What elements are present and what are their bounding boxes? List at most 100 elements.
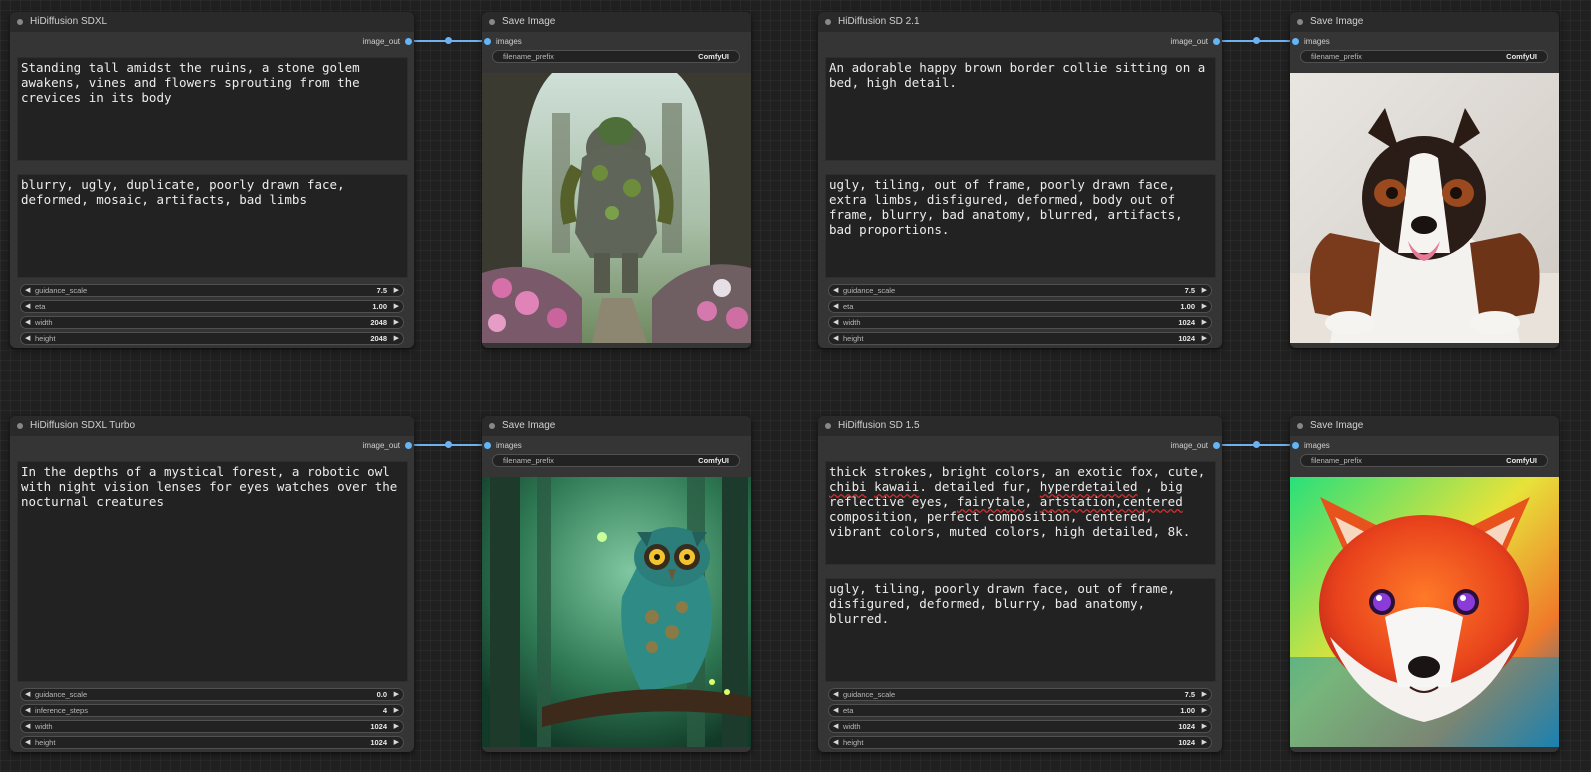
hidiffusion-sdxl-node[interactable]: HiDiffusion SDXL image_out Standing tall…: [10, 12, 414, 348]
output-slot-image-out[interactable]: image_out: [1171, 439, 1222, 453]
input-slot-images[interactable]: images: [482, 35, 522, 49]
output-slot-image-out[interactable]: image_out: [363, 439, 414, 453]
node-title-bar[interactable]: HiDiffusion SDXL Turbo: [10, 416, 414, 436]
collapse-dot-icon[interactable]: [489, 423, 495, 429]
decrement-arrow-icon[interactable]: ◀: [833, 721, 838, 732]
widget-guidance-scale[interactable]: ◀ guidance_scale 7.5 ▶: [828, 284, 1212, 297]
save-image-node[interactable]: Save Image images filename_prefix ComfyU…: [1290, 12, 1559, 348]
output-slot-dot-icon[interactable]: [1213, 442, 1220, 449]
decrement-arrow-icon[interactable]: ◀: [833, 689, 838, 700]
positive-prompt-textarea[interactable]: Standing tall amidst the ruins, a stone …: [17, 57, 408, 161]
increment-arrow-icon[interactable]: ▶: [1202, 721, 1207, 732]
widget-eta[interactable]: ◀ eta 1.00 ▶: [828, 704, 1212, 717]
negative-prompt-textarea[interactable]: ugly, tiling, poorly drawn face, out of …: [825, 578, 1216, 682]
widget-height[interactable]: ◀ height 1024 ▶: [828, 332, 1212, 345]
widget-eta[interactable]: ◀ eta 1.00 ▶: [828, 300, 1212, 313]
decrement-arrow-icon[interactable]: ◀: [833, 301, 838, 312]
wire-reroute-dot[interactable]: [1253, 37, 1260, 44]
decrement-arrow-icon[interactable]: ◀: [25, 705, 30, 716]
collapse-dot-icon[interactable]: [17, 19, 23, 25]
filename-prefix-field[interactable]: filename_prefix ComfyUI: [492, 50, 740, 63]
widget-guidance-scale[interactable]: ◀ guidance_scale 7.5 ▶: [828, 688, 1212, 701]
positive-prompt-textarea[interactable]: An adorable happy brown border collie si…: [825, 57, 1216, 161]
node-title-bar[interactable]: Save Image: [1290, 416, 1559, 436]
filename-prefix-field[interactable]: filename_prefix ComfyUI: [492, 454, 740, 467]
wire-reroute-dot[interactable]: [1253, 441, 1260, 448]
decrement-arrow-icon[interactable]: ◀: [25, 689, 30, 700]
wire-reroute-dot[interactable]: [445, 441, 452, 448]
increment-arrow-icon[interactable]: ▶: [394, 333, 399, 344]
widget-height[interactable]: ◀ height 1024 ▶: [828, 736, 1212, 749]
filename-prefix-field[interactable]: filename_prefix ComfyUI: [1300, 50, 1548, 63]
collapse-dot-icon[interactable]: [1297, 19, 1303, 25]
hidiffusion-sdxl-turbo-node[interactable]: HiDiffusion SDXL Turbo image_out In the …: [10, 416, 414, 752]
save-image-node[interactable]: Save Image images filename_prefix ComfyU…: [482, 416, 751, 752]
increment-arrow-icon[interactable]: ▶: [1202, 301, 1207, 312]
save-image-node[interactable]: Save Image images filename_prefix ComfyU…: [1290, 416, 1559, 752]
increment-arrow-icon[interactable]: ▶: [1202, 317, 1207, 328]
decrement-arrow-icon[interactable]: ◀: [833, 705, 838, 716]
output-slot-dot-icon[interactable]: [405, 38, 412, 45]
negative-prompt-textarea[interactable]: blurry, ugly, duplicate, poorly drawn fa…: [17, 174, 408, 278]
increment-arrow-icon[interactable]: ▶: [394, 317, 399, 328]
node-title-bar[interactable]: HiDiffusion SD 1.5: [818, 416, 1222, 436]
decrement-arrow-icon[interactable]: ◀: [833, 317, 838, 328]
increment-arrow-icon[interactable]: ▶: [1202, 333, 1207, 344]
hidiffusion-sd21-node[interactable]: HiDiffusion SD 2.1 image_out An adorable…: [818, 12, 1222, 348]
increment-arrow-icon[interactable]: ▶: [394, 301, 399, 312]
filename-prefix-field[interactable]: filename_prefix ComfyUI: [1300, 454, 1548, 467]
input-slot-images[interactable]: images: [482, 439, 522, 453]
output-slot-dot-icon[interactable]: [405, 442, 412, 449]
hidiffusion-sd15-node[interactable]: HiDiffusion SD 1.5 image_out thick strok…: [818, 416, 1222, 752]
increment-arrow-icon[interactable]: ▶: [1202, 737, 1207, 748]
increment-arrow-icon[interactable]: ▶: [1202, 705, 1207, 716]
widget-guidance-scale[interactable]: ◀ guidance_scale 0.0 ▶: [20, 688, 404, 701]
output-slot-image-out[interactable]: image_out: [363, 35, 414, 49]
decrement-arrow-icon[interactable]: ◀: [25, 737, 30, 748]
node-title-bar[interactable]: Save Image: [482, 12, 751, 32]
input-slot-dot-icon[interactable]: [484, 38, 491, 45]
widget-guidance-scale[interactable]: ◀ guidance_scale 7.5 ▶: [20, 284, 404, 297]
input-slot-images[interactable]: images: [1290, 439, 1330, 453]
widget-width[interactable]: ◀ width 2048 ▶: [20, 316, 404, 329]
decrement-arrow-icon[interactable]: ◀: [25, 333, 30, 344]
widget-inference-steps[interactable]: ◀ inference_steps 4 ▶: [20, 704, 404, 717]
decrement-arrow-icon[interactable]: ◀: [25, 301, 30, 312]
node-title-bar[interactable]: Save Image: [1290, 12, 1559, 32]
node-title-bar[interactable]: Save Image: [482, 416, 751, 436]
input-slot-images[interactable]: images: [1290, 35, 1330, 49]
input-slot-dot-icon[interactable]: [1292, 442, 1299, 449]
positive-prompt-textarea[interactable]: thick strokes, bright colors, an exotic …: [825, 461, 1216, 565]
collapse-dot-icon[interactable]: [825, 423, 831, 429]
collapse-dot-icon[interactable]: [489, 19, 495, 25]
input-slot-dot-icon[interactable]: [484, 442, 491, 449]
output-slot-dot-icon[interactable]: [1213, 38, 1220, 45]
decrement-arrow-icon[interactable]: ◀: [25, 317, 30, 328]
collapse-dot-icon[interactable]: [17, 423, 23, 429]
widget-width[interactable]: ◀ width 1024 ▶: [828, 316, 1212, 329]
positive-prompt-textarea[interactable]: In the depths of a mystical forest, a ro…: [17, 461, 408, 682]
increment-arrow-icon[interactable]: ▶: [1202, 285, 1207, 296]
decrement-arrow-icon[interactable]: ◀: [833, 285, 838, 296]
collapse-dot-icon[interactable]: [1297, 423, 1303, 429]
decrement-arrow-icon[interactable]: ◀: [25, 285, 30, 296]
increment-arrow-icon[interactable]: ▶: [394, 689, 399, 700]
increment-arrow-icon[interactable]: ▶: [394, 721, 399, 732]
save-image-node[interactable]: Save Image images filename_prefix ComfyU…: [482, 12, 751, 348]
node-title-bar[interactable]: HiDiffusion SDXL: [10, 12, 414, 32]
increment-arrow-icon[interactable]: ▶: [394, 285, 399, 296]
widget-width[interactable]: ◀ width 1024 ▶: [828, 720, 1212, 733]
increment-arrow-icon[interactable]: ▶: [394, 737, 399, 748]
widget-width[interactable]: ◀ width 1024 ▶: [20, 720, 404, 733]
widget-height[interactable]: ◀ height 1024 ▶: [20, 736, 404, 749]
decrement-arrow-icon[interactable]: ◀: [833, 737, 838, 748]
node-title-bar[interactable]: HiDiffusion SD 2.1: [818, 12, 1222, 32]
decrement-arrow-icon[interactable]: ◀: [25, 721, 30, 732]
decrement-arrow-icon[interactable]: ◀: [833, 333, 838, 344]
widget-eta[interactable]: ◀ eta 1.00 ▶: [20, 300, 404, 313]
collapse-dot-icon[interactable]: [825, 19, 831, 25]
increment-arrow-icon[interactable]: ▶: [394, 705, 399, 716]
output-slot-image-out[interactable]: image_out: [1171, 35, 1222, 49]
wire-reroute-dot[interactable]: [445, 37, 452, 44]
negative-prompt-textarea[interactable]: ugly, tiling, out of frame, poorly drawn…: [825, 174, 1216, 278]
